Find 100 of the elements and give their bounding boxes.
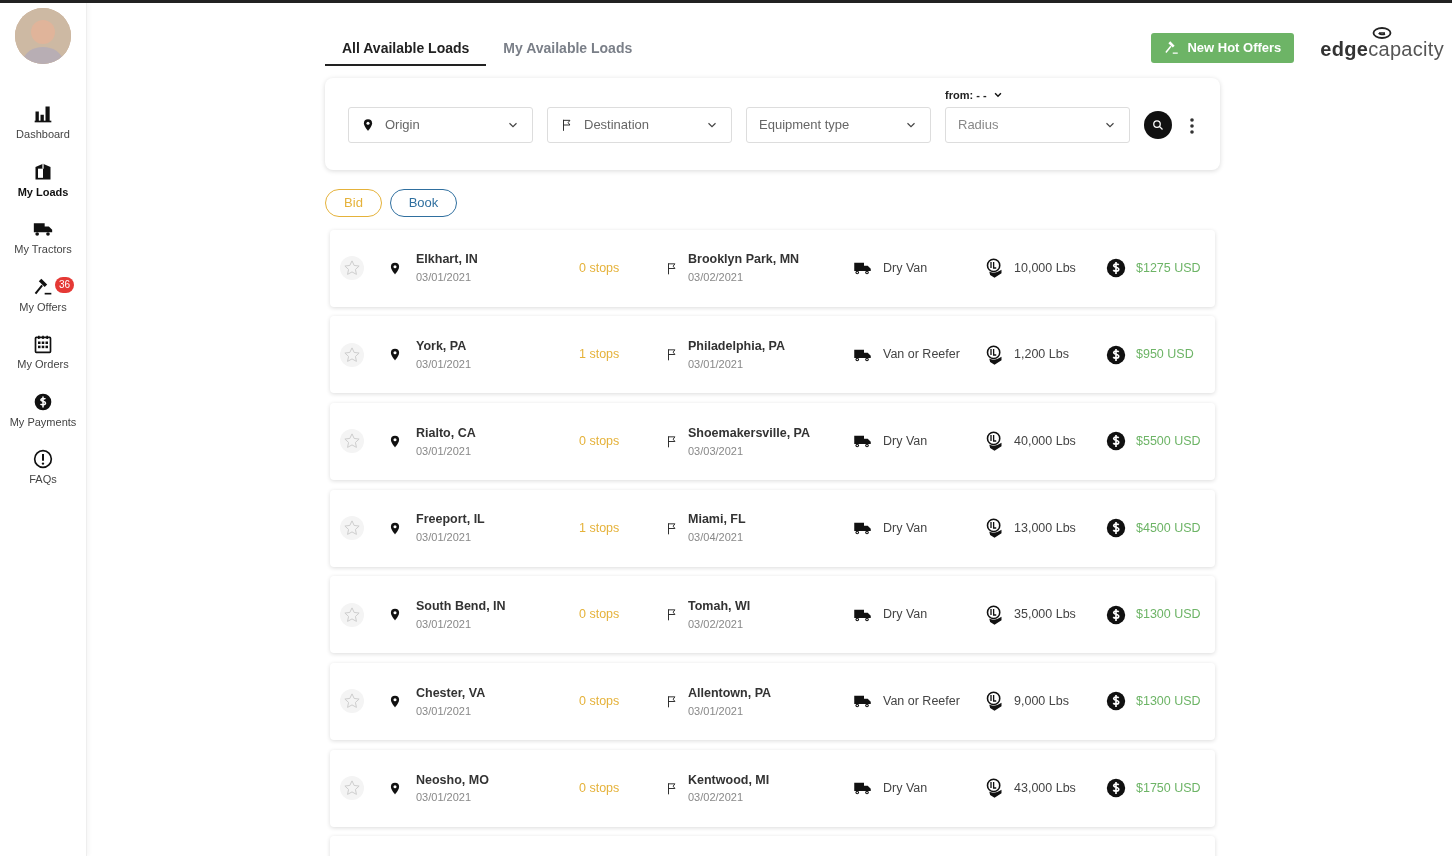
flag-icon: [560, 118, 574, 132]
search-button[interactable]: [1144, 111, 1172, 139]
load-card[interactable]: Elkhart, IN 03/01/2021 0 stops Brooklyn Park, MN 03/02/2021 Dry Van 10,000 Lbs $1275 USD: [330, 229, 1215, 307]
pin-icon: [388, 260, 402, 276]
city-name: Tomah, WI: [688, 598, 752, 616]
city-name: Brooklyn Park, MN: [688, 251, 801, 269]
dollar-coin-icon: [1105, 257, 1127, 279]
load-weight: 40,000 Lbs: [1014, 433, 1077, 450]
stops-count: 0 stops: [579, 606, 621, 624]
load-date: 03/01/2021: [416, 703, 473, 719]
load-weight: 35,000 Lbs: [1014, 606, 1077, 624]
filter-dropdown[interactable]: Destination: [547, 107, 732, 143]
favorite-button[interactable]: [340, 776, 364, 801]
load-weight: 1,200 Lbs: [1014, 346, 1070, 364]
favorite-button[interactable]: [340, 689, 364, 714]
avatar-icon: [15, 8, 71, 64]
load-weight: 9,000 Lbs: [1014, 693, 1070, 711]
star-icon: [343, 432, 361, 451]
stops-count: 1 stops: [579, 346, 621, 364]
pin-icon: [361, 118, 375, 132]
tab[interactable]: My Available Loads: [486, 38, 650, 66]
load-card[interactable]: Neosho, MO 03/01/2021 0 stops Kentwood, MI 03/02/2021 Dry Van 43,000 Lbs $1750 USD: [330, 749, 1215, 827]
city-name: Neosho, MO: [416, 771, 490, 789]
dollar-coin-icon: [33, 391, 53, 412]
favorite-button[interactable]: [340, 429, 364, 454]
load-price: $4500 USD: [1136, 519, 1201, 537]
from-dropdown[interactable]: from: - -: [945, 86, 1130, 103]
weight-icon: [984, 777, 1005, 800]
flag-icon: [665, 607, 679, 623]
pin-icon: [388, 520, 402, 536]
tab[interactable]: All Available Loads: [325, 38, 487, 66]
load-date: 03/01/2021: [688, 356, 745, 372]
load-card[interactable]: Rialto, CA 03/01/2021 0 stops Shoemakersville, PA 03/03/2021 Dry Van 40,000 Lbs $5500 USD: [330, 402, 1215, 480]
load-card[interactable]: York, PA 03/01/2021 1 stops Philadelphia, PA 03/01/2021 Van or Reefer 1,200 Lbs $950 USD: [330, 316, 1215, 394]
sidebar-item[interactable]: My Offers 36: [0, 272, 86, 330]
equipment-type: Dry Van: [883, 433, 929, 450]
city-name: Chester, VA: [416, 684, 487, 702]
dollar-coin-icon: [1105, 777, 1127, 800]
filter-dropdown[interactable]: Origin: [348, 107, 533, 143]
city-name: Rialto, CA: [416, 424, 477, 442]
flag-icon: [665, 347, 679, 363]
equipment-type: Dry Van: [883, 259, 929, 277]
weight-icon: [984, 603, 1005, 626]
load-date: 03/01/2021: [416, 443, 473, 459]
favorite-button[interactable]: [340, 342, 364, 367]
sidebar-item[interactable]: My Loads: [0, 157, 86, 215]
city-name: South Bend, IN: [416, 598, 507, 616]
favorite-button[interactable]: [340, 602, 364, 627]
load-card[interactable]: South Bend, IN 03/01/2021 0 stops Tomah, WI 03/02/2021 Dry Van 35,000 Lbs $1300 USD: [330, 576, 1215, 654]
star-icon: [343, 605, 361, 624]
weight-icon: [984, 517, 1005, 540]
notification-count: 36: [54, 276, 74, 293]
load-date: 03/01/2021: [688, 703, 745, 719]
load-date: 03/03/2021: [688, 443, 745, 459]
city-name: York, PA: [416, 338, 468, 356]
search-icon: [1152, 119, 1164, 131]
filter-dropdown[interactable]: Equipment type: [746, 107, 931, 143]
weight-icon: [984, 690, 1005, 713]
logo-icon: [1372, 27, 1393, 39]
sidebar-item[interactable]: My Payments: [0, 387, 86, 445]
sidebar-item[interactable]: FAQs: [0, 445, 86, 503]
stops-count: 1 stops: [579, 519, 621, 537]
load-weight: 13,000 Lbs: [1014, 519, 1077, 537]
load-date: 03/02/2021: [688, 790, 745, 806]
stops-count: 0 stops: [579, 259, 621, 277]
flag-icon: [665, 433, 679, 449]
city-name: Allentown, PA: [688, 684, 773, 702]
load-card[interactable]: Freeport, IL 03/01/2021 1 stops Miami, FL 03/04/2021 Dry Van 13,000 Lbs $4500 USD: [330, 489, 1215, 567]
bar-chart-icon: [33, 104, 53, 124]
book-button[interactable]: Book: [390, 189, 457, 217]
load-date: 03/02/2021: [688, 616, 745, 632]
gavel-icon: [1164, 40, 1180, 56]
load-price: $950 USD: [1136, 346, 1194, 364]
pin-icon: [388, 780, 402, 796]
load-card[interactable]: Chester, VA 03/01/2021 0 stops Allentown, PA 03/01/2021 Van or Reefer 9,000 Lbs $1300 USD: [330, 662, 1215, 740]
favorite-button[interactable]: [340, 256, 364, 280]
star-icon: [343, 345, 361, 364]
sidebar-item[interactable]: My Orders: [0, 330, 86, 388]
sidebar-item[interactable]: My Tractors: [0, 215, 86, 273]
city-name: Miami, FL: [688, 511, 747, 529]
logo-text: edgecapacity: [1320, 39, 1444, 59]
flag-icon: [665, 520, 679, 536]
load-date: 03/01/2021: [416, 270, 473, 286]
stops-count: 0 stops: [579, 693, 621, 711]
load-date: 03/01/2021: [416, 530, 473, 546]
filter-dropdown[interactable]: Radius: [945, 107, 1130, 143]
favorite-button[interactable]: [340, 516, 364, 541]
load-date: 03/01/2021: [416, 790, 473, 806]
load-date: 03/01/2021: [416, 356, 473, 372]
load-weight: 43,000 Lbs: [1014, 779, 1077, 797]
load-price: $1750 USD: [1136, 779, 1201, 797]
star-icon: [343, 519, 361, 538]
load-date: 03/04/2021: [688, 530, 745, 546]
load-price: $5500 USD: [1136, 433, 1201, 450]
city-name: Kentwood, MI: [688, 771, 771, 789]
load-price: $1300 USD: [1136, 693, 1201, 711]
weight-icon: [984, 343, 1005, 366]
sidebar-item[interactable]: Dashboard: [0, 100, 86, 158]
city-name: Freeport, IL: [416, 511, 486, 529]
pin-icon: [388, 693, 402, 709]
